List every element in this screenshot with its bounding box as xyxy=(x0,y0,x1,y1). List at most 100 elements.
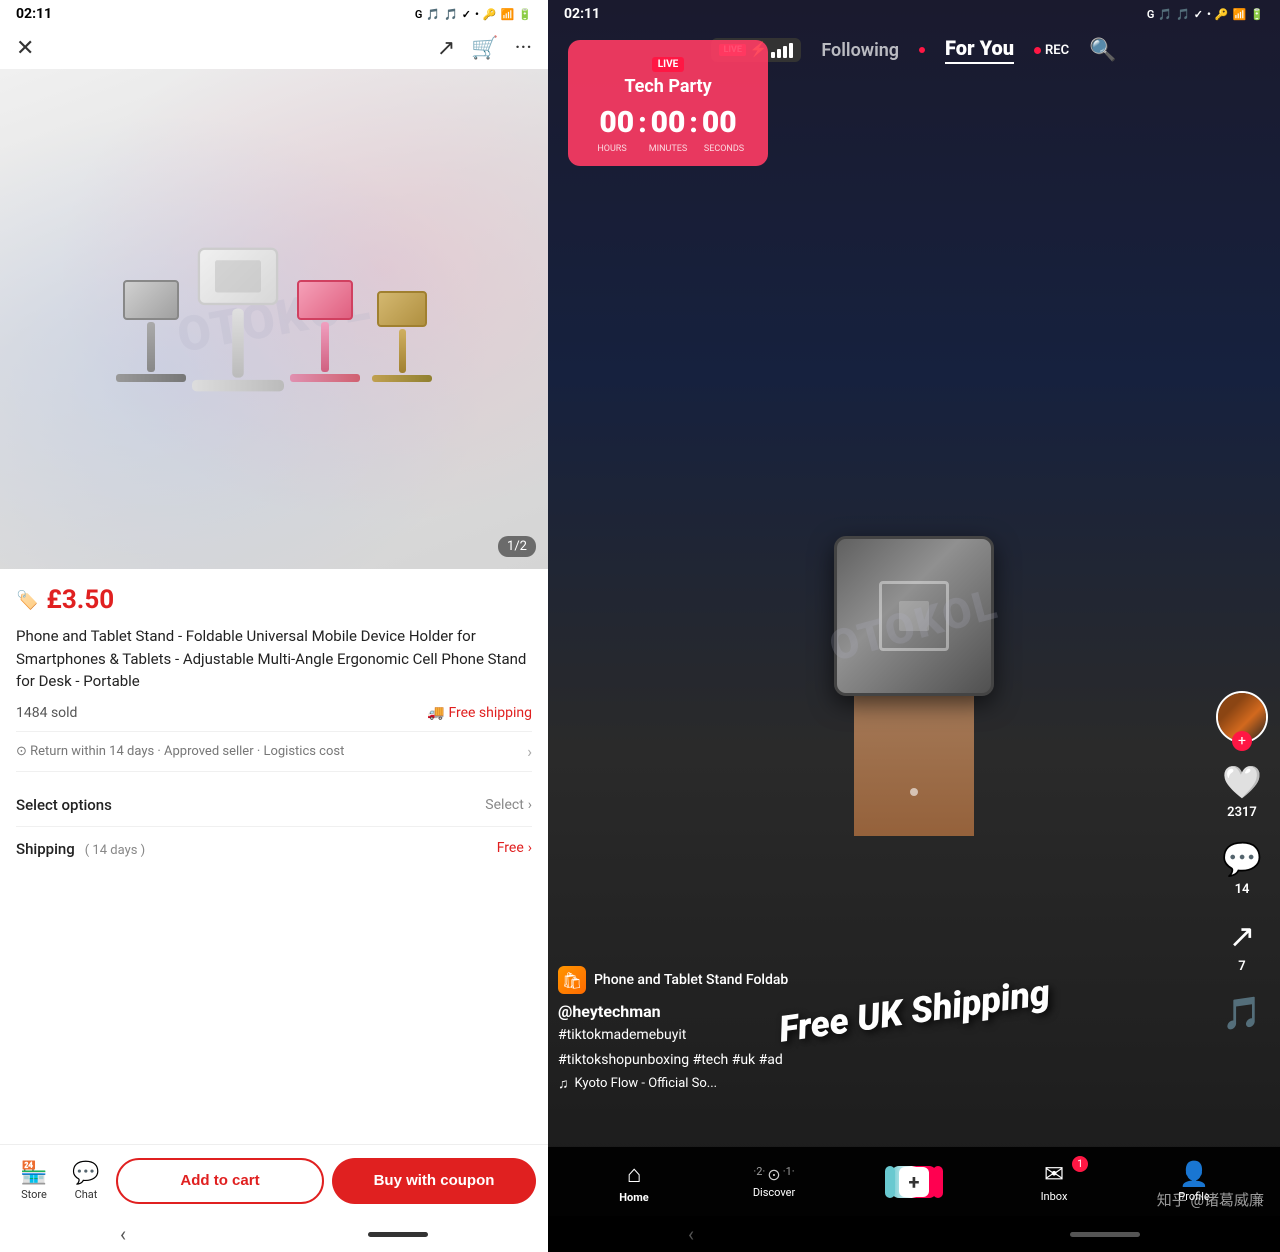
price-amount: £3.50 xyxy=(46,585,114,615)
free-shipping-badge: 🚚 Free shipping xyxy=(427,705,532,721)
inbox-label: Inbox xyxy=(1041,1190,1068,1203)
creator-handle[interactable]: @heytechman xyxy=(558,1002,1200,1021)
add-to-cart-button[interactable]: Add to cart xyxy=(116,1158,324,1204)
top-nav-left: ✕ ↗ 🛒 ··· xyxy=(0,28,548,69)
more-button[interactable]: ··· xyxy=(515,36,532,61)
price-row: 🏷️ £3.50 xyxy=(16,585,532,615)
share-button-right[interactable]: ↗ 7 xyxy=(1229,917,1256,974)
home-indicator-left: ‹ xyxy=(0,1216,548,1252)
back-arrow-right[interactable]: ‹ xyxy=(688,1222,694,1246)
close-button[interactable]: ✕ xyxy=(16,36,34,61)
discover-label: Discover xyxy=(753,1186,795,1199)
search-icon-nav[interactable]: 🔍 xyxy=(1089,38,1116,63)
inbox-icon: ✉ xyxy=(1044,1160,1064,1188)
return-row[interactable]: ⊙ Return within 14 days · Approved selle… xyxy=(16,731,532,772)
profile-icon: 👤 xyxy=(1179,1160,1209,1188)
wifi-icon: 📶 xyxy=(501,8,515,21)
zhihu-watermark: 知乎 @诸葛威廉 xyxy=(1157,1189,1264,1210)
key-r: 🔑 xyxy=(1215,8,1229,21)
g-icon-right: G xyxy=(1147,8,1155,21)
video-area[interactable]: OTOKOL Free UK Shipping 02:11 G 🎵 🎵 ✓ • … xyxy=(548,0,1280,1252)
share-count: 7 xyxy=(1238,959,1245,974)
status-icons-right: G 🎵 🎵 ✓ • 🔑 📶 🔋 xyxy=(1147,8,1264,21)
chat-button[interactable]: 💬 Chat xyxy=(64,1161,108,1201)
create-nav-item[interactable]: + xyxy=(884,1166,944,1198)
tiktok-logo-icon: 🎵 xyxy=(1222,994,1262,1032)
shipping-icon: 🚚 xyxy=(427,705,444,721)
music-note-icon: ♫ xyxy=(558,1075,569,1092)
chat-label: Chat xyxy=(75,1188,98,1201)
like-button[interactable]: 🤍 2317 xyxy=(1222,763,1262,820)
shipping-arrow-icon: › xyxy=(528,840,532,856)
shop-badge-row[interactable]: 🛍 Phone and Tablet Stand Foldab xyxy=(558,966,1200,994)
discover-nav-item[interactable]: ·2· ⊙ ·1· Discover xyxy=(744,1165,804,1199)
key-icon: 🔑 xyxy=(483,8,497,21)
home-nav-item[interactable]: ⌂ Home xyxy=(604,1160,664,1204)
left-panel: 02:11 G 🎵 🎵 ✓ • 🔑 📶 🔋 ✕ ↗ 🛒 ··· xyxy=(0,0,548,1252)
options-row[interactable]: Select options Select › xyxy=(16,784,532,827)
product-image-bg: OTOKOL xyxy=(0,69,548,569)
price-icon: 🏷️ xyxy=(16,590,38,611)
hashtags-line2[interactable]: #tiktokshopunboxing #tech #uk #ad xyxy=(558,1050,1200,1071)
status-bar-left: 02:11 G 🎵 🎵 ✓ • 🔑 📶 🔋 xyxy=(0,0,548,28)
right-actions: + 🤍 2317 💬 14 ↗ 7 🎵 xyxy=(1216,691,1268,1032)
video-bottom-overlay: 🛍 Phone and Tablet Stand Foldab @heytech… xyxy=(558,966,1200,1092)
sold-count: 1484 sold xyxy=(16,705,77,721)
hours-display: 00 xyxy=(599,105,634,140)
tiktok-logo-button[interactable]: 🎵 xyxy=(1222,994,1262,1032)
cart-button[interactable]: 🛒 xyxy=(471,36,498,61)
hours-label: HOURS xyxy=(584,144,640,154)
comment-button[interactable]: 💬 14 xyxy=(1222,840,1262,897)
music-row[interactable]: ♫ Kyoto Flow - Official So... xyxy=(558,1075,1200,1092)
like-count: 2317 xyxy=(1227,805,1257,820)
share-icon: ↗ xyxy=(1229,917,1256,955)
back-arrow-left[interactable]: ‹ xyxy=(120,1222,126,1246)
status-time-right: 02:11 xyxy=(564,6,600,22)
product-info: 🏷️ £3.50 Phone and Tablet Stand - Foldab… xyxy=(0,569,548,1144)
g-icon: G xyxy=(415,8,423,21)
comment-count: 14 xyxy=(1235,882,1250,897)
home-pill-right xyxy=(1070,1232,1140,1237)
heart-icon: 🤍 xyxy=(1222,763,1262,801)
battery-r: 🔋 xyxy=(1250,8,1264,21)
stand-illustration xyxy=(76,217,472,422)
tiktok-icon2: 🎵 xyxy=(444,8,458,21)
store-button[interactable]: 🏪 Store xyxy=(12,1161,56,1201)
seconds-display: 00 xyxy=(702,105,737,140)
following-tab[interactable]: Following xyxy=(821,40,899,61)
hashtags-line1[interactable]: #tiktokmademebuyit xyxy=(558,1025,1200,1046)
options-label: Select options xyxy=(16,796,112,814)
shipping-days: ( 14 days ) xyxy=(85,843,145,858)
chat-icon: 💬 xyxy=(72,1161,99,1186)
for-you-tab[interactable]: For You xyxy=(945,36,1014,64)
rec-badge: REC xyxy=(1034,43,1069,58)
signal-bar-1 xyxy=(771,52,775,58)
inbox-nav-item[interactable]: ✉ 1 Inbox xyxy=(1024,1160,1084,1203)
rec-dot xyxy=(1034,47,1041,54)
right-panel: OTOKOL Free UK Shipping 02:11 G 🎵 🎵 ✓ • … xyxy=(548,0,1280,1252)
inbox-badge-count: 1 xyxy=(1072,1156,1088,1172)
store-label: Store xyxy=(21,1188,47,1201)
product-title: Phone and Tablet Stand - Foldable Univer… xyxy=(16,625,532,693)
buy-with-coupon-button[interactable]: Buy with coupon xyxy=(332,1158,536,1204)
shipping-row[interactable]: Shipping ( 14 days ) Free › xyxy=(16,827,532,870)
comment-icon: 💬 xyxy=(1222,840,1262,878)
countdown-display: 00 : 00 : 00 xyxy=(584,105,752,140)
battery-icon: 🔋 xyxy=(518,8,532,21)
follow-plus-badge[interactable]: + xyxy=(1232,731,1252,751)
colon-1: : xyxy=(638,106,646,139)
plus-icon: + xyxy=(899,1167,929,1197)
creator-avatar-container: + xyxy=(1216,691,1268,743)
bottom-nav-left: 🏪 Store 💬 Chat Add to cart Buy with coup… xyxy=(0,1144,548,1216)
sold-shipping-row: 1484 sold 🚚 Free shipping xyxy=(16,705,532,721)
options-select[interactable]: Select › xyxy=(485,797,532,813)
shipping-cost[interactable]: Free › xyxy=(497,840,532,856)
minutes-label: MINUTES xyxy=(640,144,696,154)
product-name-overlay: Phone and Tablet Stand Foldab xyxy=(594,972,788,988)
signal-bars xyxy=(771,43,793,58)
check-icon: ✓ xyxy=(462,8,471,21)
create-button[interactable]: + xyxy=(891,1166,937,1198)
options-arrow-icon: › xyxy=(528,797,532,813)
product-image-container: OTOKOL 1/2 xyxy=(0,69,548,569)
share-button[interactable]: ↗ xyxy=(437,36,455,61)
